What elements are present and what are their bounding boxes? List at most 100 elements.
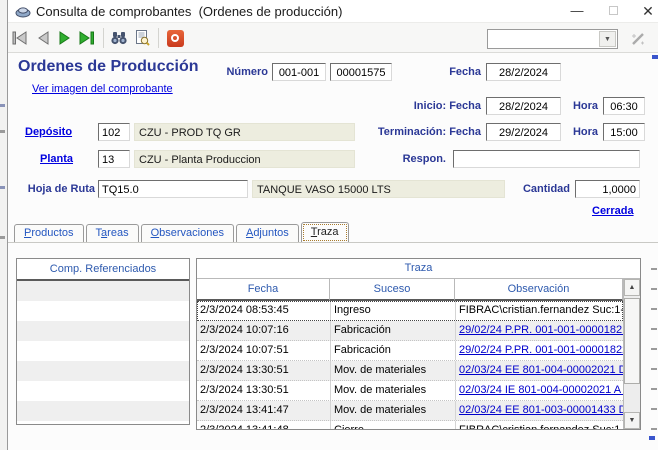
cell-fecha: 2/3/2024 13:41:48 xyxy=(197,421,330,429)
tabstrip-baseline xyxy=(8,242,658,243)
respon-field[interactable] xyxy=(453,150,640,168)
cantidad-label: Cantidad xyxy=(513,183,570,195)
clipped-artifact xyxy=(0,236,5,239)
clipped-artifact xyxy=(649,436,655,440)
table-row[interactable]: 2/3/2024 10:07:51 Fabricación 29/02/24 P… xyxy=(197,341,623,361)
terminacion-hora-label: Hora xyxy=(564,126,598,138)
planta-desc-field: CZU - Planta Produccion xyxy=(134,150,355,168)
observacion-link[interactable]: 02/03/24 IE 801-004-00002021 A Planta: 1… xyxy=(459,384,623,396)
empty-list-row xyxy=(17,401,189,421)
table-row[interactable]: 2/3/2024 10:07:16 Fabricación 29/02/24 P… xyxy=(197,321,623,341)
go-first-icon xyxy=(12,31,28,45)
inicio-hora-field[interactable]: 06:30 xyxy=(603,97,645,115)
cell-suceso: Fabricación xyxy=(330,341,455,360)
table-row[interactable]: 2/3/2024 13:41:48 Cierre FIBRAC\cristian… xyxy=(197,421,623,429)
empty-list-row xyxy=(17,301,189,321)
tab-productos[interactable]: Productos xyxy=(14,224,84,242)
traza-table: Traza Fecha Suceso Observación 2/3/2024 … xyxy=(196,258,641,430)
cell-fecha: 2/3/2024 13:30:51 xyxy=(197,381,330,400)
cell-observacion: 02/03/24 EE 801-004-00002021 De Dep.: 1 xyxy=(455,361,623,380)
empty-list-row xyxy=(17,321,189,341)
comp-referenciados-header: Comp. Referenciados xyxy=(17,259,189,281)
go-last-icon xyxy=(79,31,95,45)
inicio-fecha-field[interactable]: 28/2/2024 xyxy=(486,97,561,115)
numero-serie-field[interactable]: 001-001 xyxy=(272,63,326,81)
deposito-desc-field: CZU - PROD TQ GR xyxy=(134,123,355,141)
column-header-fecha[interactable]: Fecha xyxy=(197,279,330,301)
ver-imagen-link[interactable]: Ver imagen del comprobante xyxy=(32,83,173,95)
page-title: Ordenes de Producción xyxy=(18,58,198,76)
tab-observaciones[interactable]: Observaciones xyxy=(141,224,234,242)
clipped-artifact xyxy=(0,130,5,133)
cell-observacion: 29/02/24 P.PR. 001-001-00001822 xyxy=(455,341,623,360)
planta-code-field[interactable]: 13 xyxy=(98,150,130,168)
fecha-label: Fecha xyxy=(415,66,481,78)
cell-observacion: FIBRAC\cristian.fernandez Suc:1-CZU - Ca… xyxy=(455,421,623,429)
planta-link[interactable]: Planta xyxy=(40,153,73,165)
scroll-up-icon[interactable]: ▲ xyxy=(624,279,640,296)
scrollbar-thumb[interactable] xyxy=(624,298,640,384)
tab-adjuntos[interactable]: Adjuntos xyxy=(236,224,299,242)
comp-referenciados-table[interactable]: Comp. Referenciados xyxy=(16,258,190,425)
deposito-code-field[interactable]: 102 xyxy=(98,123,130,141)
search-button[interactable] xyxy=(108,27,130,49)
vertical-scrollbar[interactable]: ▲ ▼ xyxy=(623,279,640,429)
close-button[interactable]: ✕ xyxy=(635,2,658,20)
fecha-field[interactable]: 28/2/2024 xyxy=(486,63,561,81)
cell-suceso: Ingreso xyxy=(330,301,455,320)
toolbar-separator xyxy=(103,28,104,48)
inicio-hora-label: Hora xyxy=(564,100,598,112)
cantidad-field[interactable]: 1,0000 xyxy=(575,180,640,198)
tabstrip: Productos Tareas Observaciones Adjuntos … xyxy=(14,222,351,242)
cerrada-link[interactable]: Cerrada xyxy=(592,205,634,217)
cell-suceso: Mov. de materiales xyxy=(330,361,455,380)
column-header-suceso[interactable]: Suceso xyxy=(330,279,455,301)
exit-button[interactable] xyxy=(164,27,186,49)
previous-record-button[interactable] xyxy=(32,27,54,49)
observacion-link[interactable]: 02/03/24 EE 801-004-00002021 De Dep.: 1 xyxy=(459,364,623,376)
cell-observacion: 02/03/24 IE 801-004-00002021 A Planta: 1… xyxy=(455,381,623,400)
cell-observacion: 02/03/24 EE 801-003-00001433 De Planta: xyxy=(455,401,623,420)
clipped-artifact xyxy=(0,104,5,107)
numero-field[interactable]: 00001575 xyxy=(330,63,392,81)
titlebar: Consulta de comprobantes (Ordenes de pro… xyxy=(8,0,658,22)
window-title: Consulta de comprobantes (Ordenes de pro… xyxy=(36,4,342,19)
chevron-down-icon[interactable]: ▼ xyxy=(599,31,616,47)
maximize-button[interactable] xyxy=(600,2,626,20)
last-record-button[interactable] xyxy=(76,27,98,49)
go-previous-icon xyxy=(36,31,50,45)
table-row[interactable]: 2/3/2024 08:53:45 Ingreso FIBRAC\cristia… xyxy=(197,301,623,321)
terminacion-fecha-label: Terminación: Fecha xyxy=(338,126,481,138)
go-next-icon xyxy=(58,31,72,45)
toolbar-separator xyxy=(158,28,159,48)
cell-fecha: 2/3/2024 13:30:51 xyxy=(197,361,330,380)
hoja-ruta-desc-field: TANQUE VASO 15000 LTS xyxy=(252,180,505,198)
observacion-link[interactable]: 02/03/24 EE 801-003-00001433 De Planta: xyxy=(459,404,623,416)
magic-wand-icon xyxy=(629,30,647,48)
tab-tareas[interactable]: Tareas xyxy=(86,224,139,242)
empty-list-row xyxy=(17,381,189,401)
cell-suceso: Mov. de materiales xyxy=(330,401,455,420)
wizard-button[interactable] xyxy=(626,28,650,50)
next-record-button[interactable] xyxy=(54,27,76,49)
record-combobox[interactable]: ▼ xyxy=(487,29,618,49)
column-header-observacion[interactable]: Observación xyxy=(455,279,623,301)
cell-observacion: 29/02/24 P.PR. 001-001-00001821 xyxy=(455,321,623,340)
table-row[interactable]: 2/3/2024 13:30:51 Mov. de materiales 02/… xyxy=(197,381,623,401)
terminacion-hora-field[interactable]: 15:00 xyxy=(603,123,645,141)
traza-table-body: 2/3/2024 08:53:45 Ingreso FIBRAC\cristia… xyxy=(197,301,623,429)
print-preview-icon xyxy=(134,30,150,46)
terminacion-fecha-field[interactable]: 29/2/2024 xyxy=(486,123,561,141)
empty-list-row xyxy=(17,361,189,381)
print-preview-button[interactable] xyxy=(131,27,153,49)
first-record-button[interactable] xyxy=(9,27,31,49)
tab-traza[interactable]: Traza xyxy=(301,222,349,243)
observacion-link[interactable]: 29/02/24 P.PR. 001-001-00001822 xyxy=(459,344,623,356)
observacion-link[interactable]: 29/02/24 P.PR. 001-001-00001821 xyxy=(459,324,623,336)
hoja-ruta-code-field[interactable]: TQ15.0 xyxy=(98,180,248,198)
table-row[interactable]: 2/3/2024 13:41:47 Mov. de materiales 02/… xyxy=(197,401,623,421)
minimize-button[interactable]: — xyxy=(564,2,590,20)
table-row[interactable]: 2/3/2024 13:30:51 Mov. de materiales 02/… xyxy=(197,361,623,381)
scroll-down-icon[interactable]: ▼ xyxy=(624,412,640,429)
deposito-link[interactable]: Depósito xyxy=(25,126,72,138)
